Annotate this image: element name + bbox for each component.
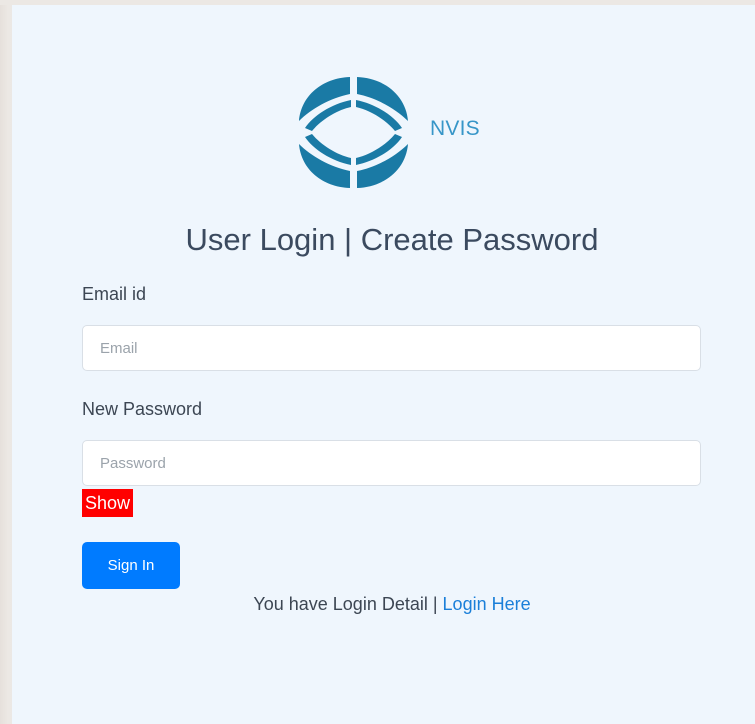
show-password-toggle[interactable]: Show: [82, 489, 133, 517]
email-label: Email id: [82, 284, 147, 304]
login-here-link[interactable]: Login Here: [443, 594, 531, 614]
page-title: User Login | Create Password: [185, 222, 599, 257]
password-input[interactable]: [82, 440, 701, 486]
login-footer: You have Login Detail | Login Here: [0, 594, 755, 615]
nvis-logo-icon: [297, 76, 410, 189]
sign-in-button[interactable]: Sign In: [82, 542, 180, 589]
footer-text: You have Login Detail |: [253, 594, 438, 614]
password-label: New Password: [82, 399, 203, 419]
brand-name: NVIS: [430, 117, 480, 140]
email-input[interactable]: [82, 325, 701, 371]
logo-graphic: [299, 77, 408, 188]
